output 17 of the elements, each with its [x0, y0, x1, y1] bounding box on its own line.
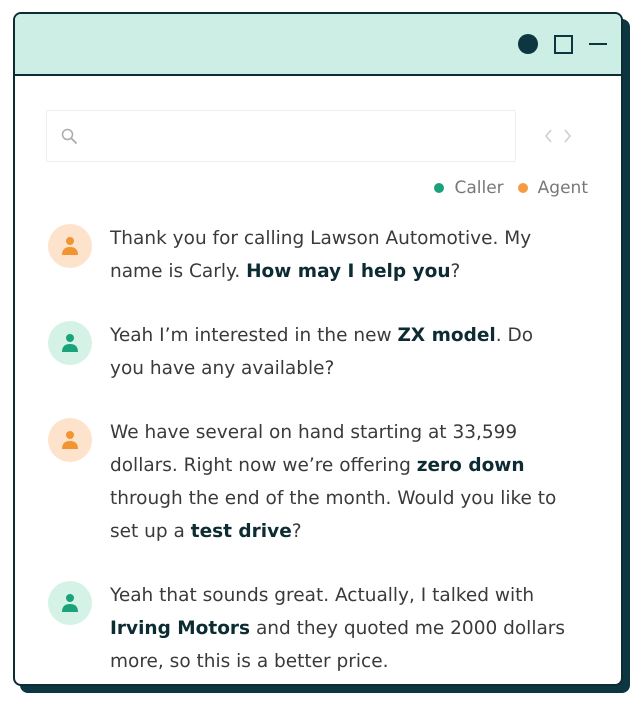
- person-icon: [60, 593, 80, 613]
- search-field[interactable]: [46, 110, 516, 162]
- person-icon: [60, 333, 80, 353]
- person-icon: [60, 430, 80, 450]
- message-text: We have several on hand starting at 33,599 dollars. Right now we’re offering zero down through the end of the month. Would you like to set up a test drive?: [110, 421, 558, 544]
- circle-icon[interactable]: [518, 34, 538, 54]
- chevron-left-icon[interactable]: [544, 129, 553, 143]
- legend-label: Caller: [454, 178, 504, 198]
- legend-label: Agent: [538, 178, 588, 198]
- message-text: Thank you for calling Lawson Automotive. My name is Carly. How may I help you?: [110, 227, 532, 284]
- person-icon: [60, 236, 80, 256]
- chevron-right-icon[interactable]: [563, 129, 572, 143]
- message-text: Yeah I’m interested in the new ZX model. Do you have any available?: [110, 324, 534, 381]
- maximize-icon[interactable]: [554, 34, 573, 54]
- minimize-icon[interactable]: [589, 43, 607, 45]
- message-text: Yeah that sounds great. Actually, I talked with Irving Motors and they quoted me 2000 dollars more, so this is a better price.: [110, 584, 566, 674]
- search-icon: [61, 128, 78, 144]
